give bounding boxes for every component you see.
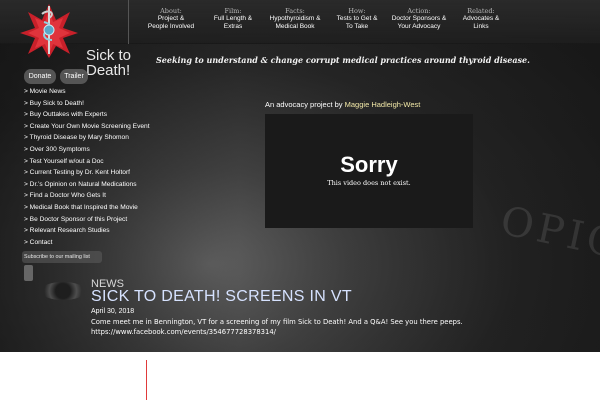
sidebar-item-find-doctor[interactable]: > Find a Doctor Who Gets It: [24, 190, 150, 202]
nav-item-facts[interactable]: Facts: Hypothyroidism & Medical Book: [264, 7, 326, 31]
nav-item-how[interactable]: How: Tests to Get & To Take: [326, 7, 388, 31]
advocacy-prefix: An advocacy project by: [265, 100, 345, 109]
nav-item-action[interactable]: Action: Doctor Sponsors & Your Advocacy: [388, 7, 450, 31]
news-link[interactable]: https://www.facebook.com/events/35467772…: [91, 328, 276, 336]
nav-category: Film:: [224, 7, 242, 15]
mailing-list-label: Subscribe to our mailing list: [22, 251, 102, 263]
site-title[interactable]: Sick to Death!: [86, 48, 150, 78]
news-date: April 30, 2018: [91, 308, 135, 315]
sidebar-item-contact[interactable]: > Contact: [24, 237, 150, 249]
nav-label-line2: People Involved: [147, 23, 195, 30]
nav-category: Related:: [467, 7, 495, 15]
sidebar-menu: > Movie News > Buy Sick to Death! > Buy …: [24, 86, 150, 248]
nav-category: How:: [348, 7, 366, 15]
sidebar-item-buy-film[interactable]: > Buy Sick to Death!: [24, 98, 150, 110]
nav-label-line1: Advocates &: [462, 15, 500, 22]
background-eye-image: [40, 282, 86, 300]
header-divider: [128, 0, 129, 44]
site-title-line1: Sick to: [86, 47, 132, 64]
nav-category: Facts:: [285, 7, 305, 15]
news-body: Come meet me in Bennington, VT for a scr…: [91, 318, 463, 326]
sidebar-item-screening-event[interactable]: > Create Your Own Movie Screening Event: [24, 121, 150, 133]
trailer-button[interactable]: Trailer: [60, 69, 88, 84]
nav-label-line1: Doctor Sponsors &: [391, 15, 447, 22]
nav-label-line1: Hypothyroidism &: [269, 15, 321, 22]
sidebar-item-natural-medications[interactable]: > Dr.'s Opinion on Natural Medications: [24, 179, 150, 191]
news-headline[interactable]: SICK TO DEATH! SCREENS IN VT: [91, 288, 352, 306]
nav-label-line2: Your Advocacy: [397, 23, 441, 30]
nav-category: About:: [160, 7, 182, 15]
sidebar-item-doctor-sponsor[interactable]: > Be Doctor Sponsor of this Project: [24, 214, 150, 226]
site-title-line2: Death!: [86, 62, 131, 79]
sidebar-item-research-studies[interactable]: > Relevant Research Studies: [24, 225, 150, 237]
nav-label-line1: Tests to Get &: [336, 15, 378, 22]
nav-label-line2: Medical Book: [275, 23, 315, 30]
donate-button[interactable]: Donate: [24, 69, 56, 84]
nav-item-film[interactable]: Film: Full Length & Extras: [202, 7, 264, 31]
nav-item-related[interactable]: Related: Advocates & Links: [450, 7, 512, 31]
footer-divider: [146, 360, 147, 400]
sidebar-item-medical-book[interactable]: > Medical Book that Inspired the Movie: [24, 202, 150, 214]
sidebar-item-thyroid-disease[interactable]: > Thyroid Disease by Mary Shomon: [24, 132, 150, 144]
video-error-title: Sorry: [340, 152, 398, 177]
caduceus-logo[interactable]: [18, 2, 80, 58]
advocacy-credit: An advocacy project by Maggie Hadleigh-W…: [265, 100, 420, 109]
nav-category: Action:: [407, 7, 431, 15]
nav-item-about[interactable]: About: Project & People Involved: [140, 7, 202, 31]
sidebar-item-movie-news[interactable]: > Movie News: [24, 86, 150, 98]
sidebar-item-symptoms[interactable]: > Over 300 Symptoms: [24, 144, 150, 156]
nav-label-line1: Project &: [157, 15, 185, 22]
tagline: Seeking to understand & change corrupt m…: [156, 55, 530, 65]
sidebar-item-buy-outtakes[interactable]: > Buy Outtakes with Experts: [24, 109, 150, 121]
sidebar-item-current-testing[interactable]: > Current Testing by Dr. Kent Holtorf: [24, 167, 150, 179]
video-player[interactable]: Sorry This video does not exist.: [265, 114, 473, 228]
video-error-message: This video does not exist.: [327, 179, 411, 187]
nav-label-line2: Extras: [223, 23, 243, 30]
nav-label-line2: To Take: [345, 23, 369, 30]
sidebar-item-test-yourself[interactable]: > Test Yourself w/out a Doc: [24, 156, 150, 168]
top-navigation: About: Project & People Involved Film: F…: [140, 7, 512, 31]
advocacy-author-link[interactable]: Maggie Hadleigh-West: [345, 100, 421, 109]
nav-label-line1: Full Length &: [213, 15, 253, 22]
nav-label-line2: Links: [473, 23, 489, 30]
mailing-list-input[interactable]: [24, 265, 33, 281]
